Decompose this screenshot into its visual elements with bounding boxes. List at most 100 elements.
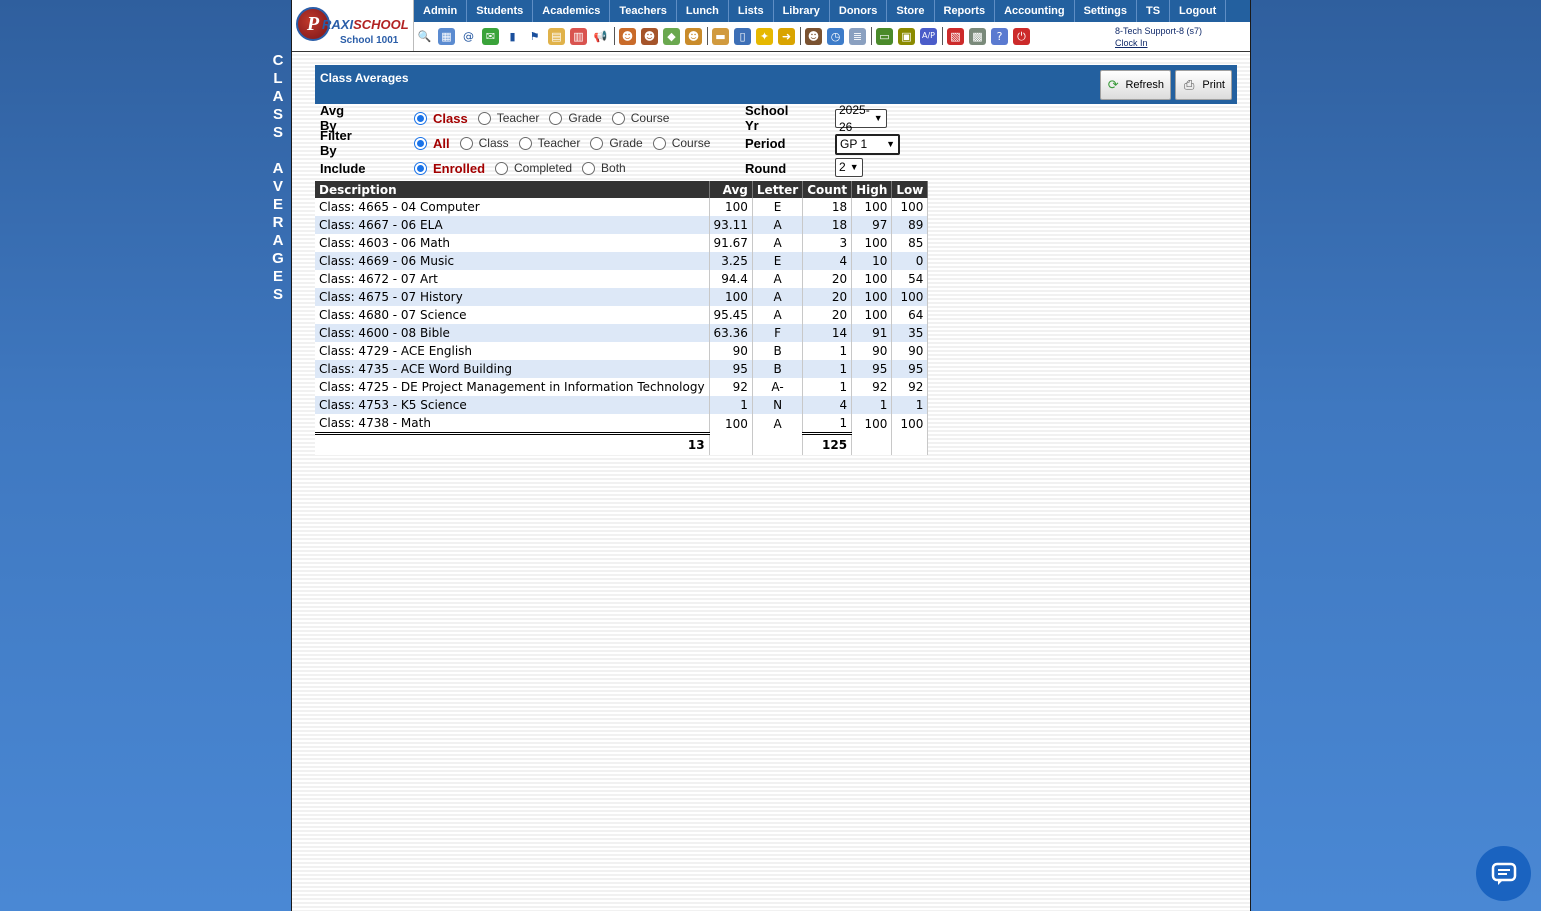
filter-by-radio-teacher[interactable]: [518, 136, 532, 150]
menu-item-academics[interactable]: Academics: [533, 0, 611, 22]
menu-item-library[interactable]: Library: [774, 0, 830, 22]
round-select[interactable]: 2 ▼: [835, 158, 863, 177]
include-option-label[interactable]: Both: [601, 161, 626, 175]
include-radio-enrolled[interactable]: [414, 161, 427, 175]
table-row[interactable]: Class: 4603 - 06 Math 91.67 A 3 100 85: [315, 234, 929, 252]
accounts-payable-icon[interactable]: A/P: [920, 27, 937, 45]
book-icon[interactable]: ▯: [734, 27, 751, 45]
clock-in-link[interactable]: Clock In: [1115, 37, 1202, 49]
filter-by-option-label[interactable]: Grade: [609, 136, 642, 150]
filter-by-option-label[interactable]: Course: [672, 136, 711, 150]
side-title-letter: S: [272, 106, 283, 123]
money-icon[interactable]: ▭: [876, 27, 893, 45]
table-row[interactable]: Class: 4725 - DE Project Management in I…: [315, 378, 929, 396]
column-header-description[interactable]: Description: [315, 181, 710, 198]
cell-avg: 100: [709, 288, 753, 306]
filter-by-radio-all[interactable]: [414, 136, 427, 150]
menu-item-teachers[interactable]: Teachers: [610, 0, 677, 22]
column-header-low[interactable]: Low: [891, 181, 929, 198]
praxischool-logo[interactable]: P RAXISCHOOL School 1001: [292, 0, 414, 51]
period-select[interactable]: GP 1 ▼: [835, 134, 900, 155]
table-body: Class: 4665 - 04 Computer 100 E 18 100 100 Cla…: [315, 198, 929, 455]
teacher-icon[interactable]: ☻: [641, 27, 658, 45]
eraser-icon[interactable]: ◆: [663, 27, 680, 45]
menu-item-accounting[interactable]: Accounting: [995, 0, 1075, 22]
cleanup-icon[interactable]: ✦: [756, 27, 773, 45]
staff-icon[interactable]: ☻: [805, 27, 822, 45]
menu-item-students[interactable]: Students: [467, 0, 534, 22]
filter-by-radio-course[interactable]: [652, 136, 666, 150]
clock-icon[interactable]: ◷: [827, 27, 844, 45]
table-row[interactable]: Class: 4738 - Math 100 A 1 100 100: [315, 414, 929, 434]
avg-by-radio-teacher[interactable]: [477, 111, 491, 125]
table-row[interactable]: Class: 4675 - 07 History 100 A 20 100 100: [315, 288, 929, 306]
mobile-phone-icon[interactable]: ▮: [504, 27, 521, 45]
flag-icon[interactable]: ⚑: [526, 27, 543, 45]
table-row[interactable]: Class: 4735 - ACE Word Building 95 B 1 95 95: [315, 360, 929, 378]
email-icon[interactable]: @: [460, 27, 477, 45]
menu-item-lunch[interactable]: Lunch: [677, 0, 729, 22]
table-row[interactable]: Class: 4672 - 07 Art 94.4 A 20 100 54: [315, 270, 929, 288]
menu-item-store[interactable]: Store: [887, 0, 935, 22]
filter-by-radio-grade[interactable]: [590, 136, 604, 150]
menu-item-reports[interactable]: Reports: [935, 0, 996, 22]
column-header-high[interactable]: High: [851, 181, 893, 198]
include-option-label[interactable]: Enrolled: [433, 161, 485, 176]
menu-item-settings[interactable]: Settings: [1075, 0, 1137, 22]
school-yr-select[interactable]: 2025-26 ▼: [835, 103, 887, 134]
avg-by-option-label[interactable]: Course: [631, 111, 670, 125]
power-icon[interactable]: ⏻: [1013, 27, 1030, 45]
table-row[interactable]: Class: 4665 - 04 Computer 100 E 18 100 100: [315, 198, 929, 216]
table-row[interactable]: Class: 4667 - 06 ELA 93.11 A 18 97 89: [315, 216, 929, 234]
report-card-icon[interactable]: ▤: [548, 27, 565, 45]
include-radio-completed[interactable]: [495, 161, 509, 175]
filter-by-option-label[interactable]: All: [433, 136, 450, 151]
chat-bubble-icon[interactable]: ✉: [482, 27, 499, 45]
avg-by-option-label[interactable]: Grade: [568, 111, 601, 125]
megaphone-icon[interactable]: 📢: [592, 27, 609, 45]
parents-icon[interactable]: ☻: [685, 27, 702, 45]
pdf-icon[interactable]: ▧: [947, 27, 964, 45]
table-row[interactable]: Class: 4753 - K5 Science 1 N 4 1 1: [315, 396, 929, 414]
cell-letter: F: [752, 324, 804, 342]
help-icon[interactable]: ?: [991, 27, 1008, 45]
menu-item-donors[interactable]: Donors: [830, 0, 888, 22]
avg-by-radio-grade[interactable]: [549, 111, 563, 125]
table-row[interactable]: Class: 4600 - 08 Bible 63.36 F 14 91 35: [315, 324, 929, 342]
avg-by-radio-class[interactable]: [414, 111, 427, 125]
filter-by-option-label[interactable]: Class: [479, 136, 509, 150]
logo-word-praxi: RAXI: [322, 17, 354, 32]
folder-arrow-icon[interactable]: ➜: [778, 27, 795, 45]
calendar-icon[interactable]: ▥: [570, 27, 587, 45]
cell-letter: E: [752, 198, 804, 216]
avg-by-option-label[interactable]: Class: [433, 111, 468, 126]
chat-button[interactable]: [1476, 846, 1531, 901]
menu-item-admin[interactable]: Admin: [414, 0, 468, 22]
calendar-grid-icon[interactable]: ▦: [438, 27, 455, 45]
cell-count: 1: [802, 360, 853, 378]
printer-icon[interactable]: ▣: [898, 27, 915, 45]
column-header-count[interactable]: Count: [802, 181, 853, 198]
list-icon[interactable]: ≣: [849, 27, 866, 45]
table-row[interactable]: Class: 4680 - 07 Science 95.45 A 20 100 64: [315, 306, 929, 324]
filter-by-option-label[interactable]: Teacher: [538, 136, 581, 150]
column-header-avg[interactable]: Avg: [709, 181, 753, 198]
menu-item-ts[interactable]: TS: [1137, 0, 1171, 22]
refresh-button[interactable]: ⟳ Refresh: [1100, 70, 1171, 100]
avg-by-option-label[interactable]: Teacher: [497, 111, 540, 125]
include-option-label[interactable]: Completed: [514, 161, 572, 175]
student-icon[interactable]: ☻: [619, 27, 636, 45]
filter-by-radio-class[interactable]: [459, 136, 473, 150]
lunch-icon[interactable]: ▬: [712, 27, 729, 45]
menu-item-lists[interactable]: Lists: [729, 0, 774, 22]
print-button[interactable]: ⎙ Print: [1175, 70, 1232, 100]
avg-by-radio-course[interactable]: [611, 111, 625, 125]
include-radio-both[interactable]: [582, 161, 596, 175]
search-icon[interactable]: 🔍: [416, 27, 433, 45]
table-row[interactable]: Class: 4729 - ACE English 90 B 1 90 90: [315, 342, 929, 360]
menu-item-logout[interactable]: Logout: [1170, 0, 1227, 22]
table-row[interactable]: Class: 4669 - 06 Music 3.25 E 4 10 0: [315, 252, 929, 270]
cash-register-icon[interactable]: ▩: [969, 27, 986, 45]
cell-high: 100: [851, 270, 893, 288]
column-header-letter[interactable]: Letter: [752, 181, 804, 198]
